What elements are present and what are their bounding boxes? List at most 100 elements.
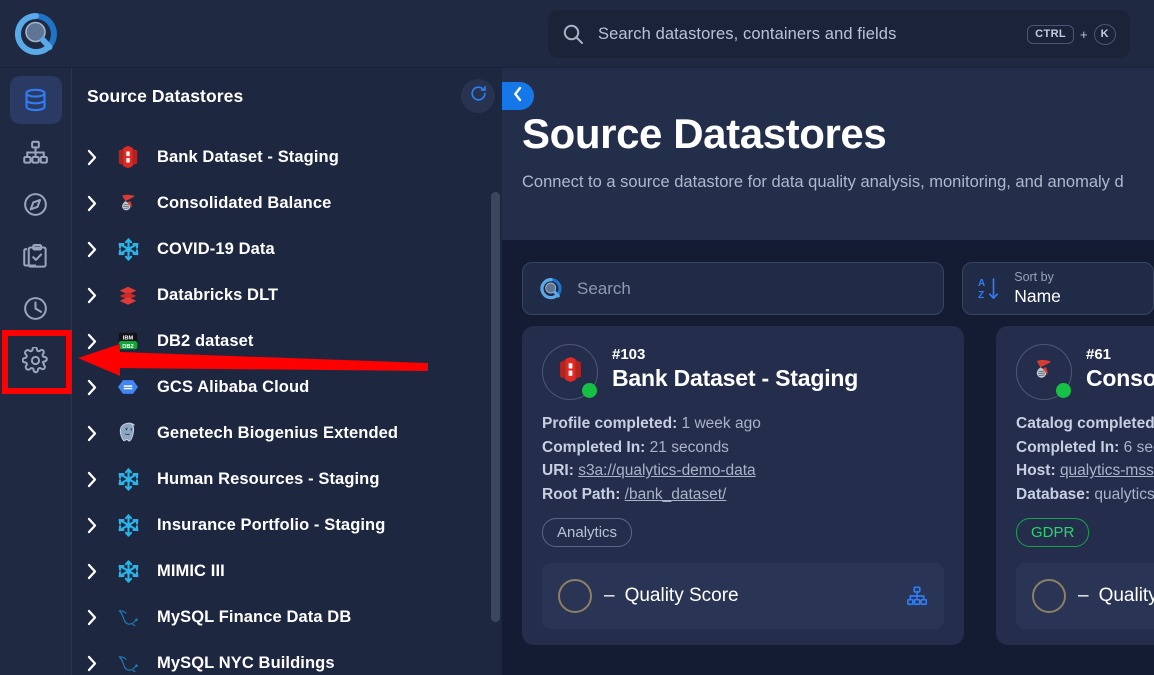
mysql-icon [113,649,143,675]
chevron-right-icon[interactable] [87,149,113,166]
meta-key: Profile completed [542,415,673,432]
status-badge [1056,383,1071,398]
tree-item-mysql-nyc-buildings[interactable]: MySQL NYC Buildings [72,640,502,675]
card-header: #61 Consoli [1016,344,1154,400]
shortcut-ctrl-key: CTRL [1027,24,1075,44]
tree-item-insurance-portfolio-staging[interactable]: Insurance Portfolio - Staging [72,502,502,548]
tree-scrollbar-thumb[interactable] [491,192,500,622]
chevron-right-icon[interactable] [87,425,113,442]
aws-redshift-icon [557,356,584,388]
tree-item-databricks-dlt[interactable]: Databricks DLT [72,272,502,318]
tag-chip[interactable]: GDPR [1016,518,1090,548]
chevron-right-icon[interactable] [87,517,113,534]
card-tags: Analytics [542,518,944,548]
tag-chip[interactable]: Analytics [542,518,633,548]
ibm-db2-icon: IBM DB2 [113,327,143,355]
chevron-right-icon[interactable] [87,655,113,672]
tree-item-label: MySQL NYC Buildings [157,653,335,672]
tree-item-label: Genetech Biogenius Extended [157,423,399,442]
content-toolbar: Search A Z Sort by Name [502,240,1154,326]
sidebar-item-explore[interactable] [10,180,62,228]
chevron-right-icon[interactable] [87,287,113,304]
mssql-server-icon [1031,357,1057,388]
qualytics-logo-icon[interactable] [14,12,58,56]
shortcut-k-key: K [1093,23,1116,45]
top-bar: Search datastores, containers and fields… [0,0,1154,68]
refresh-button[interactable] [461,79,495,113]
card-name: Bank Dataset - Staging [612,365,859,391]
sort-alpha-down-icon: A Z [977,276,1001,302]
chevron-right-icon[interactable] [87,471,113,488]
datastore-tree-scroll[interactable]: Bank Dataset - Staging Consolidated Bala… [72,124,502,675]
card-metadata: Profile completed: 1 week ago Completed … [542,412,944,506]
sidebar-item-history[interactable] [10,284,62,332]
sidebar-item-hierarchy[interactable] [10,128,62,176]
sidebar-item-datastores[interactable] [9,76,62,124]
avatar [542,344,598,400]
mysql-icon [113,603,143,631]
meta-value: 1 week ago [681,415,761,432]
meta-value: 6 sec [1123,438,1154,456]
refresh-icon [469,84,488,108]
quality-score-label: Quality [1098,585,1154,607]
tree-item-label: DB2 dataset [157,331,254,350]
meta-key: Catalog completed [1016,415,1154,432]
meta-value: 21 seconds [649,438,729,456]
collapse-panel-button[interactable] [502,82,534,110]
tree-item-consolidated-balance[interactable]: Consolidated Balance [72,180,502,226]
meta-row: Root Path: /bank_dataset/ [542,485,727,503]
tree-item-label: MIMIC III [157,561,225,580]
quality-score-label: Quality Score [624,585,739,607]
meta-value-link[interactable]: s3a://qualytics-demo-data [578,462,755,479]
tree-panel-title: Source Datastores [87,85,244,106]
tree-item-mimic-iii[interactable]: MIMIC III [72,548,502,594]
svg-text:A: A [978,278,985,289]
meta-value-link[interactable]: qualytics-mss [1060,462,1154,479]
meta-row: Completed In: 6 sec [1016,436,1154,460]
chevron-left-icon [512,86,524,107]
database-icon [22,87,49,114]
meta-row: Host: qualytics-mss [1016,462,1154,480]
card-name: Consoli [1086,365,1154,391]
sidebar-item-tasks[interactable] [10,232,62,280]
snowflake-icon [113,465,143,493]
sort-by-select[interactable]: A Z Sort by Name [962,262,1154,315]
avatar [1016,344,1072,400]
meta-row: Profile completed: 1 week ago [542,415,761,432]
meta-key: Database [1016,485,1085,503]
chevron-right-icon[interactable] [87,195,113,212]
tree-item-human-resources-staging[interactable]: Human Resources - Staging [72,456,502,502]
tree-item-covid-19-data[interactable]: COVID-19 Data [72,226,502,272]
svg-text:DB2: DB2 [122,344,133,350]
quality-score-ring [1032,579,1066,614]
quality-score-box[interactable]: – Quality Score [542,563,944,630]
org-chart-icon[interactable] [906,585,928,607]
quality-score-box[interactable]: – Quality [1016,563,1154,630]
global-search-placeholder: Search datastores, containers and fields [598,24,897,43]
search-input[interactable]: Search [522,262,945,315]
search-icon [562,23,584,45]
chevron-right-icon[interactable] [87,333,113,350]
datastore-card[interactable]: #103 Bank Dataset - Staging Profile comp… [522,326,964,646]
tree-item-mysql-finance-data-db[interactable]: MySQL Finance Data DB [72,594,502,640]
quality-score-value: – [604,585,615,607]
chevron-right-icon[interactable] [87,379,113,396]
chevron-right-icon[interactable] [87,241,113,258]
datastore-card-grid: #103 Bank Dataset - Staging Profile comp… [502,326,1154,646]
datastore-card[interactable]: #61 Consoli Catalog completed Completed … [996,326,1154,646]
chevron-right-icon[interactable] [87,609,113,626]
meta-key: Host [1016,462,1051,480]
svg-text:Z: Z [978,290,984,301]
global-search-input[interactable]: Search datastores, containers and fields… [548,10,1130,58]
tree-item-genetech-biogenius-extended[interactable]: Genetech Biogenius Extended [72,410,502,456]
chevron-right-icon[interactable] [87,563,113,580]
tree-item-bank-dataset-staging[interactable]: Bank Dataset - Staging [72,134,502,180]
mssql-server-icon [113,189,143,217]
tree-item-gcs-alibaba-cloud[interactable]: GCS Alibaba Cloud [72,364,502,410]
meta-value: qualytics [1094,485,1154,503]
tree-item-db2-dataset[interactable]: IBM DB2 DB2 dataset [72,318,502,364]
meta-value-link[interactable]: /bank_dataset/ [625,486,727,503]
sidebar-item-settings[interactable] [10,336,62,384]
search-placeholder: Search [577,278,631,298]
meta-row: Catalog completed [1016,412,1154,436]
